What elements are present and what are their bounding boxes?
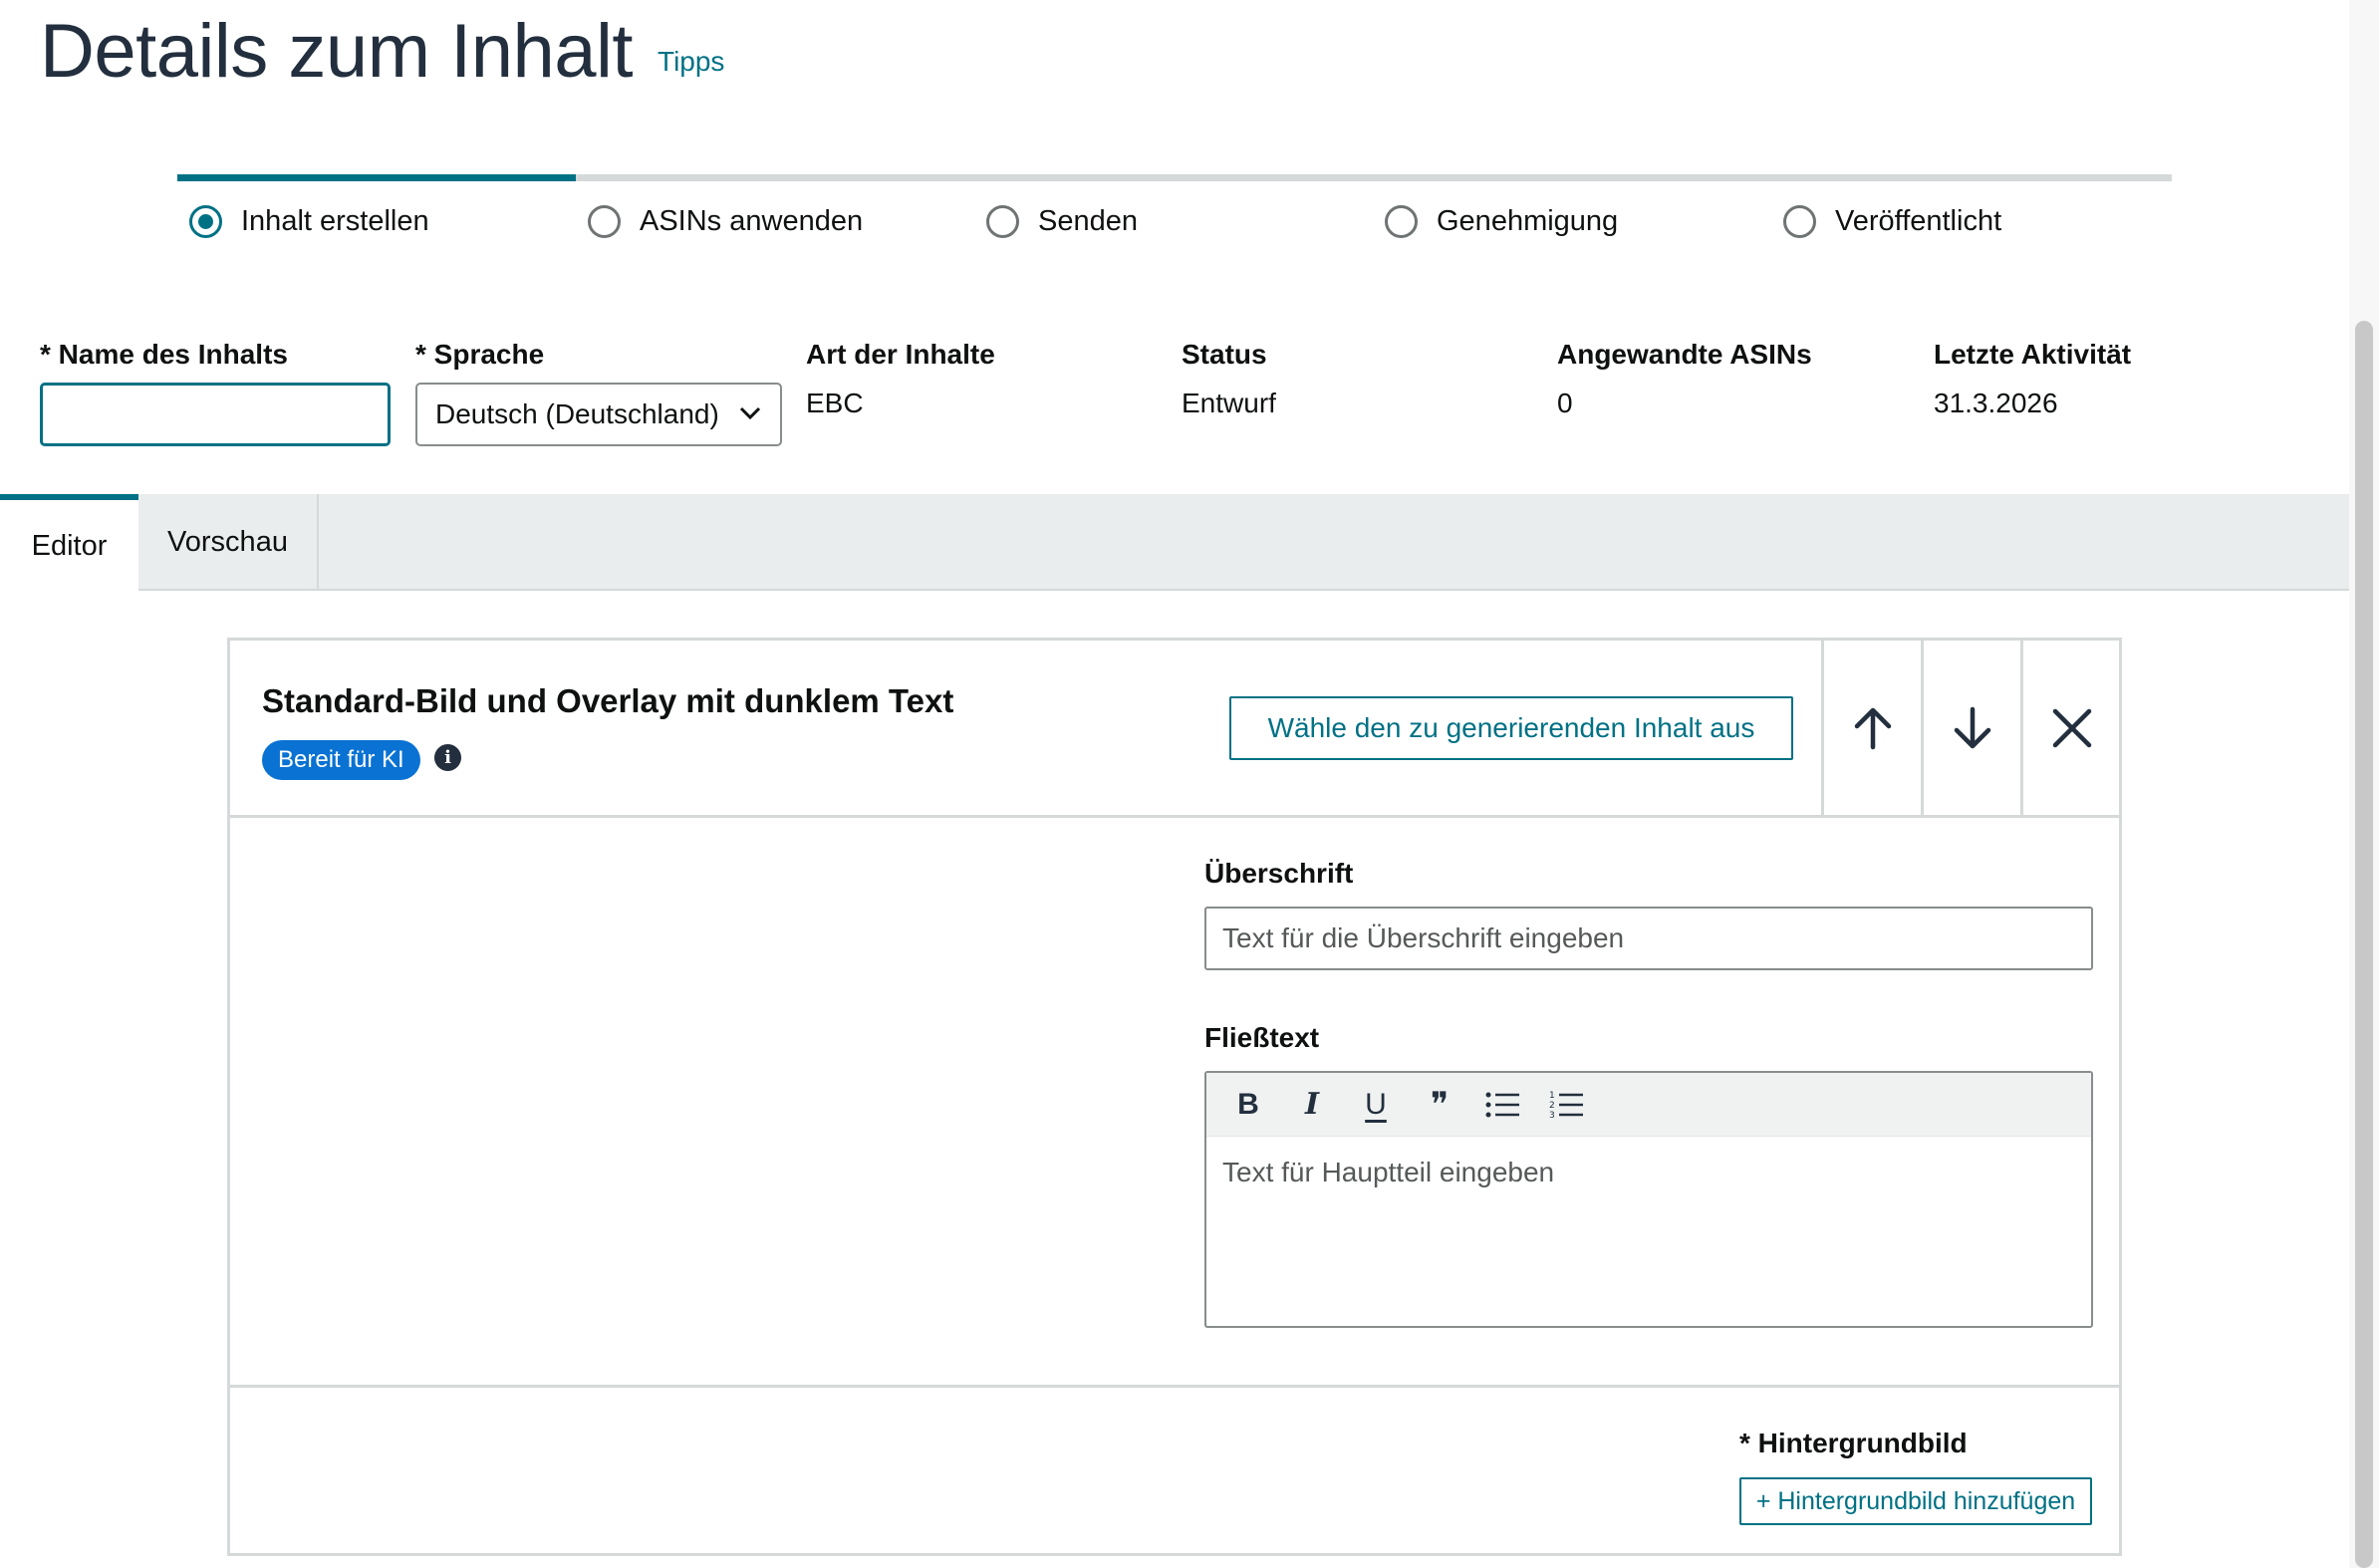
step-label: Genehmigung [1437,205,1619,237]
content-name-input[interactable] [40,383,391,446]
step-label: ASINs anwenden [640,205,864,237]
radio-icon[interactable] [588,205,621,238]
headline-input[interactable] [1204,907,2093,970]
step-label: Veröffentlicht [1835,205,2002,237]
numbered-list-icon[interactable]: 123 [1535,1081,1599,1129]
status-value: Entwurf [1182,388,1276,418]
bold-icon[interactable]: B [1216,1081,1280,1129]
close-icon [2052,708,2091,747]
module-header: Standard-Bild und Overlay mit dunklem Te… [230,641,2119,818]
last-activity-label: Letzte Aktivität [1934,339,2132,370]
section-divider [230,1385,2119,1388]
content-name-label: * Name des Inhalts [40,339,288,370]
arrow-down-icon [1954,706,1990,748]
applied-asins-label: Angewandte ASINs [1557,339,1812,370]
step-label: Inhalt erstellen [241,205,429,237]
chevron-down-icon [738,400,762,428]
step-apply-asins[interactable]: ASINs anwenden [588,205,863,238]
step-approval[interactable]: Genehmigung [1385,205,1618,238]
radio-selected-icon[interactable] [189,205,222,238]
select-generate-content-button[interactable]: Wähle den zu generierenden Inhalt aus [1229,696,1793,760]
content-type-value: EBC [806,388,864,418]
body-text-placeholder: Text für Hauptteil eingeben [1222,1157,1555,1187]
language-label: * Sprache [415,339,545,370]
language-select[interactable]: Deutsch (Deutschland) [415,383,782,446]
radio-icon[interactable] [1385,205,1418,238]
radio-icon[interactable] [1783,205,1816,238]
body-text-editor[interactable]: B I U ❞ 123 Text für Hauptteil eingeben [1204,1071,2093,1328]
bullet-list-icon[interactable] [1471,1081,1535,1129]
content-type-label: Art der Inhalte [806,339,995,370]
quote-icon[interactable]: ❞ [1408,1081,1471,1129]
module-title: Standard-Bild und Overlay mit dunklem Te… [262,682,954,719]
svg-text:3: 3 [1549,1111,1555,1121]
body-text-label: Fließtext [1204,1022,1320,1053]
move-up-button[interactable] [1821,641,1921,815]
page-title: Details zum Inhalt [40,9,634,94]
svg-text:1: 1 [1549,1091,1555,1101]
background-image-label: * Hintergrundbild [1739,1428,1968,1458]
last-activity-value: 31.3.2026 [1934,388,2058,418]
headline-label: Überschrift [1204,858,1354,889]
tips-link[interactable]: Tipps [658,46,724,78]
content-module: Standard-Bild und Overlay mit dunklem Te… [227,638,2122,1556]
progress-fill [177,174,577,181]
status-label: Status [1182,339,1267,370]
step-published[interactable]: Veröffentlicht [1783,205,2001,238]
applied-asins-value: 0 [1557,388,1573,418]
tab-preview[interactable]: Vorschau [138,494,319,591]
underline-icon[interactable]: U [1344,1081,1408,1129]
move-down-button[interactable] [1921,641,2020,815]
scrollbar-thumb[interactable] [2355,321,2373,1568]
remove-module-button[interactable] [2020,641,2120,815]
add-background-image-button[interactable]: + Hintergrundbild hinzufügen [1739,1477,2092,1525]
progress-track [177,174,2172,181]
ai-ready-badge: Bereit für KI [262,740,420,780]
tab-editor[interactable]: Editor [0,494,138,593]
radio-icon[interactable] [986,205,1019,238]
italic-icon[interactable]: I [1280,1081,1344,1129]
step-submit[interactable]: Senden [986,205,1138,238]
rich-text-toolbar: B I U ❞ 123 [1206,1073,2091,1137]
arrow-up-icon [1854,707,1891,749]
svg-text:2: 2 [1549,1101,1555,1111]
step-label: Senden [1038,205,1138,237]
language-value: Deutsch (Deutschland) [435,398,719,429]
info-icon[interactable]: i [434,744,461,771]
tabs-bar: Editor Vorschau [0,494,2349,593]
step-create-content[interactable]: Inhalt erstellen [189,205,429,238]
